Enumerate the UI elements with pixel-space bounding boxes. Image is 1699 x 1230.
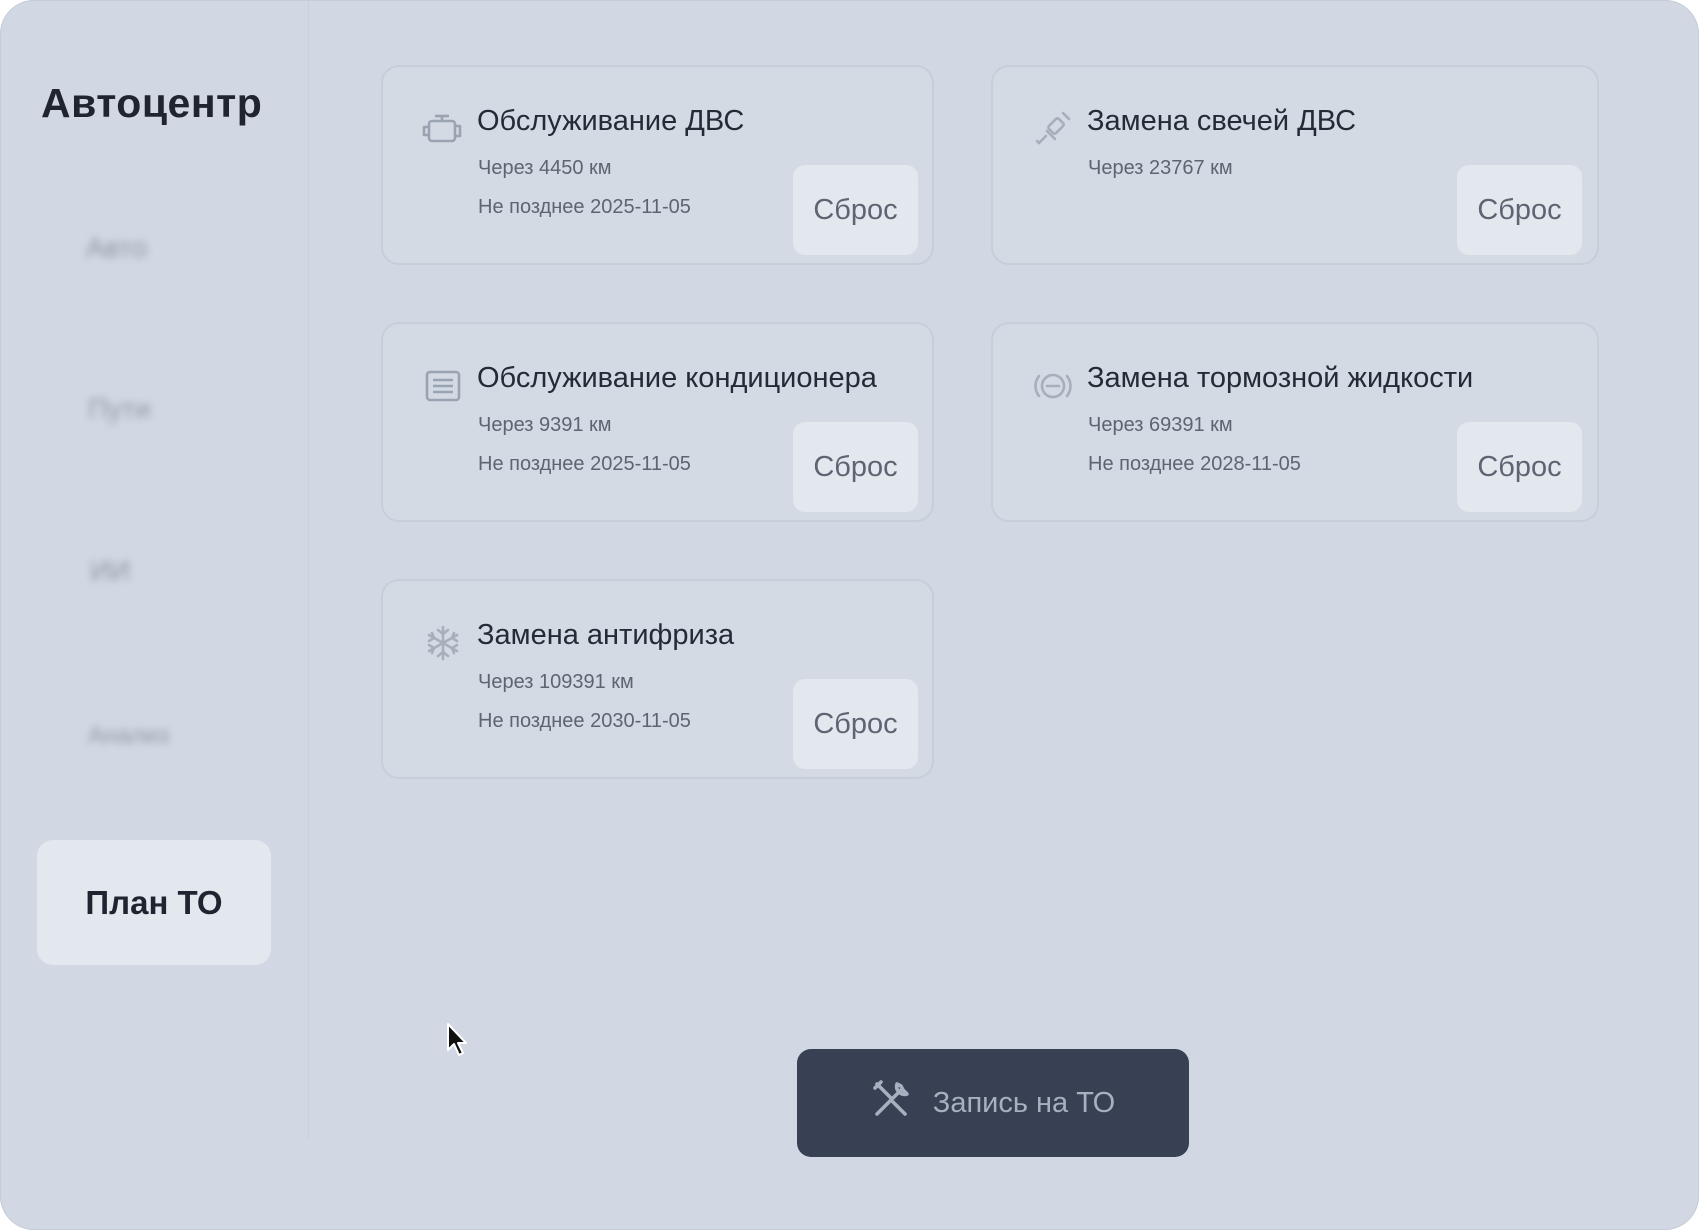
reset-button[interactable]: Сброс (1457, 165, 1582, 255)
sidebar-item-3[interactable]: ИИ (90, 555, 130, 587)
mouse-cursor-icon (446, 1022, 470, 1063)
brake-icon (1031, 364, 1075, 408)
card-distance: Через 9391 км (478, 414, 612, 436)
reset-button[interactable]: Сброс (793, 422, 918, 512)
card-distance: Через 4450 км (478, 157, 612, 179)
snowflake-icon (421, 621, 465, 665)
service-card-antifreeze: Замена антифриза Через 109391 км Не позд… (381, 579, 934, 779)
reset-button[interactable]: Сброс (793, 165, 918, 255)
sidebar-item-1[interactable]: Авто (86, 232, 147, 264)
card-deadline: Не позднее 2030-11-05 (478, 710, 691, 732)
sidebar: Автоцентр Авто Пути ИИ Анализ План ТО (0, 0, 309, 1140)
book-service-button[interactable]: Запись на ТО (797, 1049, 1189, 1157)
card-title: Замена свечей ДВС (1087, 105, 1357, 137)
tools-icon (871, 1078, 913, 1128)
card-title: Замена тормозной жидкости (1087, 362, 1474, 394)
book-service-label: Запись на ТО (932, 1086, 1116, 1119)
sidebar-item-4[interactable]: Анализ (88, 722, 169, 750)
card-title: Обслуживание кондиционера (477, 362, 877, 394)
card-title: Замена антифриза (477, 619, 735, 651)
card-distance: Через 23767 км (1088, 157, 1233, 179)
service-card-engine: Обслуживание ДВС Через 4450 км Не поздне… (381, 65, 934, 265)
service-card-spark-plugs: Замена свечей ДВС Через 23767 км Сброс (991, 65, 1599, 265)
reset-button[interactable]: Сброс (793, 679, 918, 769)
app-window: Автоцентр Авто Пути ИИ Анализ План ТО Об… (0, 0, 1699, 1230)
spark-plug-icon (1031, 107, 1075, 151)
service-card-air-conditioner: Обслуживание кондиционера Через 9391 км … (381, 322, 934, 522)
card-distance: Через 69391 км (1088, 414, 1233, 436)
brand-title: Автоцентр (41, 80, 263, 126)
reset-button[interactable]: Сброс (1457, 422, 1582, 512)
card-deadline: Не позднее 2028-11-05 (1088, 453, 1301, 475)
engine-icon (421, 107, 465, 151)
card-title: Обслуживание ДВС (477, 105, 745, 137)
air-filter-icon (421, 364, 465, 408)
sidebar-item-2[interactable]: Пути (88, 393, 151, 425)
card-distance: Через 109391 км (478, 671, 634, 693)
card-deadline: Не позднее 2025-11-05 (478, 196, 691, 218)
sidebar-item-plan-to[interactable]: План ТО (37, 840, 271, 965)
card-deadline: Не позднее 2025-11-05 (478, 453, 691, 475)
service-card-brake-fluid: Замена тормозной жидкости Через 69391 км… (991, 322, 1599, 522)
